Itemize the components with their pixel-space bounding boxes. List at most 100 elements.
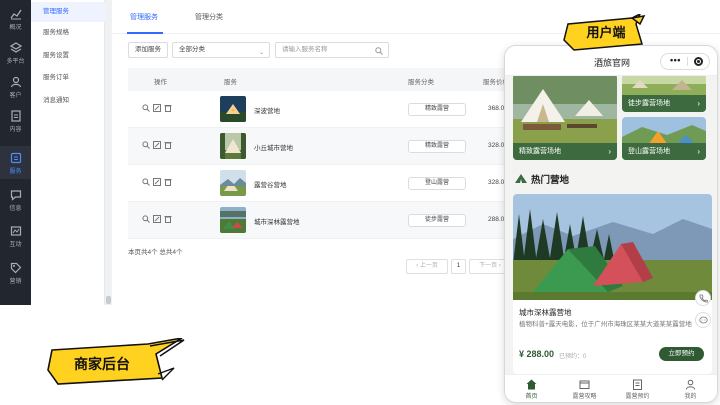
search-input[interactable]: 请输入服务名称 [275, 42, 389, 58]
camp-card-mountain[interactable]: 登山露营场地 › [622, 117, 706, 160]
scrollbar[interactable] [105, 0, 112, 305]
sub-nav-manage-service[interactable]: 管理服务 [31, 2, 105, 22]
user-icon [10, 76, 21, 88]
nav-label: 多平台 [6, 59, 25, 65]
nav-item-service[interactable]: 服务 [0, 146, 31, 179]
table-row: 城市深林露营地 徒步露营 288.0 [128, 202, 528, 239]
nav-item-multiplatform[interactable]: 多平台 [0, 36, 31, 69]
service-price: 328.0 [488, 142, 505, 149]
chevron-right-icon: › [697, 99, 700, 108]
nav-item-interaction[interactable]: 互动 [0, 219, 31, 252]
camp-card-hiking[interactable]: 徒步露营场地 › [622, 76, 706, 112]
view-icon[interactable] [142, 178, 150, 186]
table-row: 深波营地 精致露营 368.0 [128, 91, 528, 128]
category-tag: 精致露营 [408, 140, 466, 153]
delete-icon[interactable] [164, 104, 172, 112]
hot-camp-card[interactable]: 城市深林露营地 植物科普+露天电影，位于广州市海珠区某某大道某某露营地 ¥ 28… [513, 194, 712, 374]
more-icon[interactable]: ••• [670, 55, 681, 65]
view-icon[interactable] [142, 215, 150, 223]
phone-call-button[interactable] [695, 290, 711, 306]
service-name: 深波营地 [254, 108, 280, 115]
nav-item-customer[interactable]: 客户 [0, 70, 31, 103]
camp-card-title: 精致露营场地 [519, 148, 561, 155]
tag-icon [10, 262, 21, 274]
delete-icon[interactable] [164, 141, 172, 149]
camp-card-label: 登山露营场地 › [622, 143, 706, 160]
edit-icon[interactable] [153, 141, 161, 149]
camp-card-label: 精致露营场地 › [513, 143, 617, 160]
sub-nav-service-settings[interactable]: 服务设置 [31, 46, 105, 66]
tab-manage-service[interactable]: 管理服务 [130, 12, 158, 22]
delete-icon[interactable] [164, 215, 172, 223]
chat-button[interactable] [695, 312, 711, 328]
tab-manage-category[interactable]: 管理分类 [195, 12, 223, 22]
chart-icon [9, 9, 22, 20]
nav-label: 信息 [9, 206, 22, 212]
document-icon [10, 110, 21, 122]
nav-label: 营销 [9, 279, 22, 285]
phone-body: 精致露营场地 › 徒步露营场地 › 登山露营场地 › 热门营地 城市深林露营地 … [505, 76, 717, 374]
service-name: 露营谷营地 [254, 182, 287, 189]
tab-guide[interactable]: 露营攻略 [558, 375, 611, 402]
nav-item-content[interactable]: 内容 [0, 104, 31, 137]
edit-icon[interactable] [153, 178, 161, 186]
header-service: 服务 [224, 79, 237, 86]
guide-icon [579, 380, 590, 389]
edit-icon[interactable] [153, 104, 161, 112]
tent-icon [515, 174, 527, 183]
search-placeholder: 请输入服务名称 [282, 46, 328, 53]
chevron-right-icon: › [697, 147, 700, 156]
nav-item-message[interactable]: 信息 [0, 183, 31, 216]
nav-label: 互动 [9, 242, 22, 248]
page-number-button[interactable]: 1 [451, 259, 466, 274]
row-actions [142, 178, 172, 188]
service-thumbnail [220, 207, 246, 233]
left-nav: 概况 多平台 客户 内容 服务 信息 互动 营销 [0, 0, 31, 305]
row-actions [142, 141, 172, 151]
view-icon[interactable] [142, 141, 150, 149]
category-tag: 登山露营 [408, 177, 466, 190]
scrollbar-thumb[interactable] [106, 296, 111, 304]
view-icon[interactable] [142, 104, 150, 112]
tab-booking[interactable]: 露营预约 [611, 375, 664, 402]
close-mini-program-icon[interactable] [694, 57, 703, 66]
sub-nav-service-orders[interactable]: 服务订单 [31, 68, 105, 88]
service-thumbnail [220, 133, 246, 159]
hot-section-title: 热门营地 [531, 175, 570, 186]
hot-camp-price: ¥ 288.00 [519, 349, 555, 359]
category-select[interactable]: 全部分类 ⌄ [172, 42, 270, 58]
chevron-right-icon: › [608, 147, 611, 156]
row-actions [142, 104, 172, 114]
interaction-icon [10, 226, 21, 236]
camp-card-glamping[interactable]: 精致露营场地 › [513, 76, 617, 160]
category-tag: 徒步露营 [408, 214, 466, 227]
tab-label: 我的 [684, 394, 697, 400]
prev-page-label: 上一页 [419, 263, 438, 269]
hot-camp-name: 城市深林露营地 [519, 308, 572, 317]
next-page-label: 下一页 [479, 263, 498, 269]
edit-icon[interactable] [153, 215, 161, 223]
delete-icon[interactable] [164, 178, 172, 186]
tab-label: 露营预约 [625, 394, 650, 400]
phone-tabbar: 首页 露营攻略 露营预约 我的 [505, 374, 717, 402]
nav-item-marketing[interactable]: 营销 [0, 256, 31, 289]
tab-label: 露营攻略 [572, 394, 597, 400]
book-now-button[interactable]: 立即预约 [659, 347, 704, 361]
nav-item-overview[interactable]: 概况 [0, 2, 31, 35]
phone-frame: 酒旅官网 ••• 精致露营场地 › 徒步露营场地 › 登山露营场地 › 热门营地… [504, 45, 718, 403]
tab-profile[interactable]: 我的 [664, 375, 717, 402]
table-row: 小丘城市营地 精致露营 328.0 [128, 128, 528, 165]
home-icon [526, 379, 537, 390]
layers-icon [9, 42, 22, 53]
row-actions [142, 215, 172, 225]
service-price: 368.0 [488, 105, 505, 112]
prev-page-button[interactable]: ‹ 上一页 [406, 259, 448, 274]
message-icon [10, 190, 21, 201]
add-service-button[interactable]: 添加服务 [128, 42, 168, 58]
tab-home[interactable]: 首页 [505, 375, 558, 402]
sub-nav-service-spec[interactable]: 服务规格 [31, 23, 105, 43]
profile-icon [685, 379, 696, 390]
sub-nav-notifications[interactable]: 消息通知 [31, 91, 105, 111]
chevron-down-icon: ⌄ [258, 50, 264, 56]
service-price: 288.0 [488, 216, 505, 223]
